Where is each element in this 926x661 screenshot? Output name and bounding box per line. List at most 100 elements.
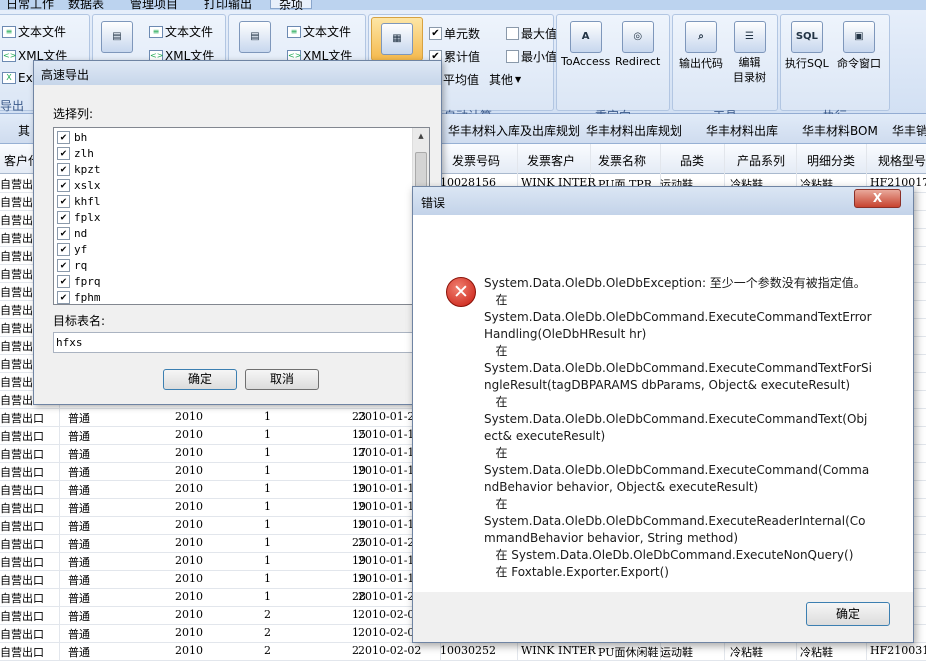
tab-material-out-plan[interactable]: 华丰材料出库规划 <box>586 122 682 139</box>
column-checkbox-item[interactable]: ✔ nd <box>57 225 87 241</box>
column-checklist[interactable]: ✔ bh ✔ zlh ✔ kpzt ✔ xslx ✔ khfl ✔ fplx ✔ nd ✔ yf ✔ rq ✔ fpr… <box>53 127 430 305</box>
column-name: yf <box>74 242 88 256</box>
table-cell: 普通 <box>68 610 90 623</box>
fast-export-title-bar[interactable]: 高速导出 <box>34 61 441 85</box>
error-ok-button[interactable]: 确定 <box>806 602 890 626</box>
tools-group: ⌕输出代码 ☰编辑 目录树 工具 <box>672 14 778 123</box>
table-cell: 2010-01-1 <box>358 464 415 477</box>
table-cell: 2 <box>264 626 271 639</box>
other-label: 其他 <box>489 73 514 87</box>
column-name: nd <box>74 226 88 240</box>
min-checkbox[interactable]: 最小值 <box>506 48 557 65</box>
merge-text-file-label: 文本文件 <box>303 25 352 39</box>
table-row[interactable]: 自营出口 普通 2010 2 2 2010-02-02 10030252 WINK INTER… <box>0 643 926 661</box>
table-cell: 自营出 <box>0 376 33 389</box>
output-code-button[interactable]: ⌕ 输出代码 <box>679 21 723 71</box>
table-cell: WINK INTER <box>521 644 596 657</box>
to-access-button[interactable]: A ToAccess <box>561 21 610 68</box>
column-header-invoice-customer[interactable]: 发票客户 <box>527 152 575 169</box>
column-name: khfl <box>74 194 101 208</box>
merge-text-file-button[interactable]: ≡ 文本文件 <box>287 23 351 40</box>
column-header-invoice-name[interactable]: 发票名称 <box>598 152 646 169</box>
checkbox-checked-icon: ✔ <box>429 27 442 40</box>
table-cell: 自营出口 <box>0 556 44 569</box>
tab-material-out[interactable]: 华丰材料出库 <box>706 122 778 139</box>
table-cell: 2010-02-02 <box>358 644 422 657</box>
other-dropdown[interactable]: 其他 ▼ <box>489 71 521 88</box>
redirect-button[interactable]: ◎ Redirect <box>615 21 660 68</box>
tab-manage-project[interactable]: 管理项目 <box>130 0 178 10</box>
close-button[interactable]: X <box>854 189 901 208</box>
max-checkbox[interactable]: 最大值 <box>506 25 557 42</box>
table-cell: 2010-01-1 <box>358 482 415 495</box>
tab-sales[interactable]: 华丰销 <box>892 122 926 139</box>
table-cell: 自营出 <box>0 178 33 191</box>
table-cell: 2010 <box>175 482 203 495</box>
sql-icon: SQL <box>790 21 823 53</box>
column-checkbox-item[interactable]: ✔ zlh <box>57 145 94 161</box>
excel-button[interactable]: X Ex <box>2 71 33 85</box>
scroll-up-arrow-icon[interactable]: ▲ <box>414 129 428 143</box>
tab-print-output[interactable]: 打印输出 <box>204 0 252 10</box>
column-checkbox-item[interactable]: ✔ rq <box>57 257 87 273</box>
table-cell: 自营出 <box>0 232 33 245</box>
checkbox-checked-icon: ✔ <box>57 290 70 304</box>
column-checkbox-item[interactable]: ✔ kpzt <box>57 161 101 177</box>
tab-data-table[interactable]: 数据表 <box>68 0 104 10</box>
column-checkbox-item[interactable]: ✔ fprq <box>57 273 101 289</box>
column-checkbox-item[interactable]: ✔ bh <box>57 129 87 145</box>
tab-material-bom[interactable]: 华丰材料BOM <box>802 122 878 139</box>
tab-other[interactable]: 其 <box>18 122 30 139</box>
column-checkbox-item[interactable]: ✔ khfl <box>57 193 101 209</box>
command-window-button[interactable]: ▣ 命令窗口 <box>837 21 881 71</box>
table-cell: 普通 <box>68 646 90 659</box>
avg-checkbox[interactable]: 平均值 <box>443 71 479 88</box>
access-icon: A <box>569 21 602 53</box>
import-folder-button[interactable]: ▤ <box>101 21 133 55</box>
text-file-label: 文本文件 <box>18 25 67 39</box>
table-cell: 自营出 <box>0 214 33 227</box>
column-checkbox-item[interactable]: ✔ yf <box>57 241 87 257</box>
table-cell: 2010 <box>175 446 203 459</box>
error-title-bar[interactable]: 错误 <box>413 187 913 215</box>
ribbon-tab-bar: 日常工作 数据表 管理项目 打印输出 杂项 <box>0 0 926 10</box>
column-header-product-series[interactable]: 产品系列 <box>737 152 785 169</box>
edit-tree-button[interactable]: ☰ 编辑 目录树 <box>733 21 766 85</box>
edit-tree-label: 编辑 目录树 <box>733 56 766 84</box>
tab-material-io-plan[interactable]: 华丰材料入库及出库规划 <box>448 122 580 139</box>
table-cell: 2010 <box>175 626 203 639</box>
table-cell: 普通 <box>68 556 90 569</box>
error-title: 错误 <box>421 196 446 210</box>
export-cancel-button[interactable]: 取消 <box>245 369 319 390</box>
table-cell: 自营出口 <box>0 520 44 533</box>
execute-group: SQL执行SQL ▣命令窗口 执行 <box>780 14 890 123</box>
count-checkbox[interactable]: ✔ 单元数 <box>429 25 480 42</box>
column-checkbox-item[interactable]: ✔ xslx <box>57 177 101 193</box>
merge-folder-button[interactable]: ▤ <box>239 21 271 55</box>
column-checkbox-item[interactable]: ✔ fphm <box>57 289 101 304</box>
export-ok-button[interactable]: 确定 <box>163 369 237 390</box>
checkbox-checked-icon: ✔ <box>57 258 70 272</box>
error-body: ✕ System.Data.OleDb.OleDbException: 至少一个… <box>413 215 913 592</box>
column-header-invoice-no[interactable]: 发票号码 <box>452 152 500 169</box>
column-header-detail-class[interactable]: 明细分类 <box>807 152 855 169</box>
table-cell: 普通 <box>68 520 90 533</box>
text-file-icon: ≡ <box>149 25 163 38</box>
tab-daily-work[interactable]: 日常工作 <box>6 0 54 10</box>
tab-misc[interactable]: 杂项 <box>270 0 313 10</box>
column-header-spec-model[interactable]: 规格型号 <box>878 152 926 169</box>
checkbox-checked-icon: ✔ <box>57 130 70 144</box>
column-checkbox-item[interactable]: ✔ fplx <box>57 209 101 225</box>
table-cell: 1 <box>264 590 271 603</box>
import-text-file-button[interactable]: ≡ 文本文件 <box>149 23 213 40</box>
magnifier-icon: ⌕ <box>685 21 717 53</box>
table-cell: 普通 <box>68 502 90 515</box>
table-cell: 自营出口 <box>0 538 44 551</box>
tree-icon: ☰ <box>733 21 766 53</box>
column-header-category[interactable]: 品类 <box>680 152 704 169</box>
calculator-button[interactable]: ▦ <box>371 17 423 61</box>
text-file-button[interactable]: ≡ 文本文件 <box>2 23 66 40</box>
execute-sql-button[interactable]: SQL 执行SQL <box>785 21 829 71</box>
target-table-input[interactable]: hfxs <box>53 332 430 353</box>
table-cell: 自营出口 <box>0 466 44 479</box>
